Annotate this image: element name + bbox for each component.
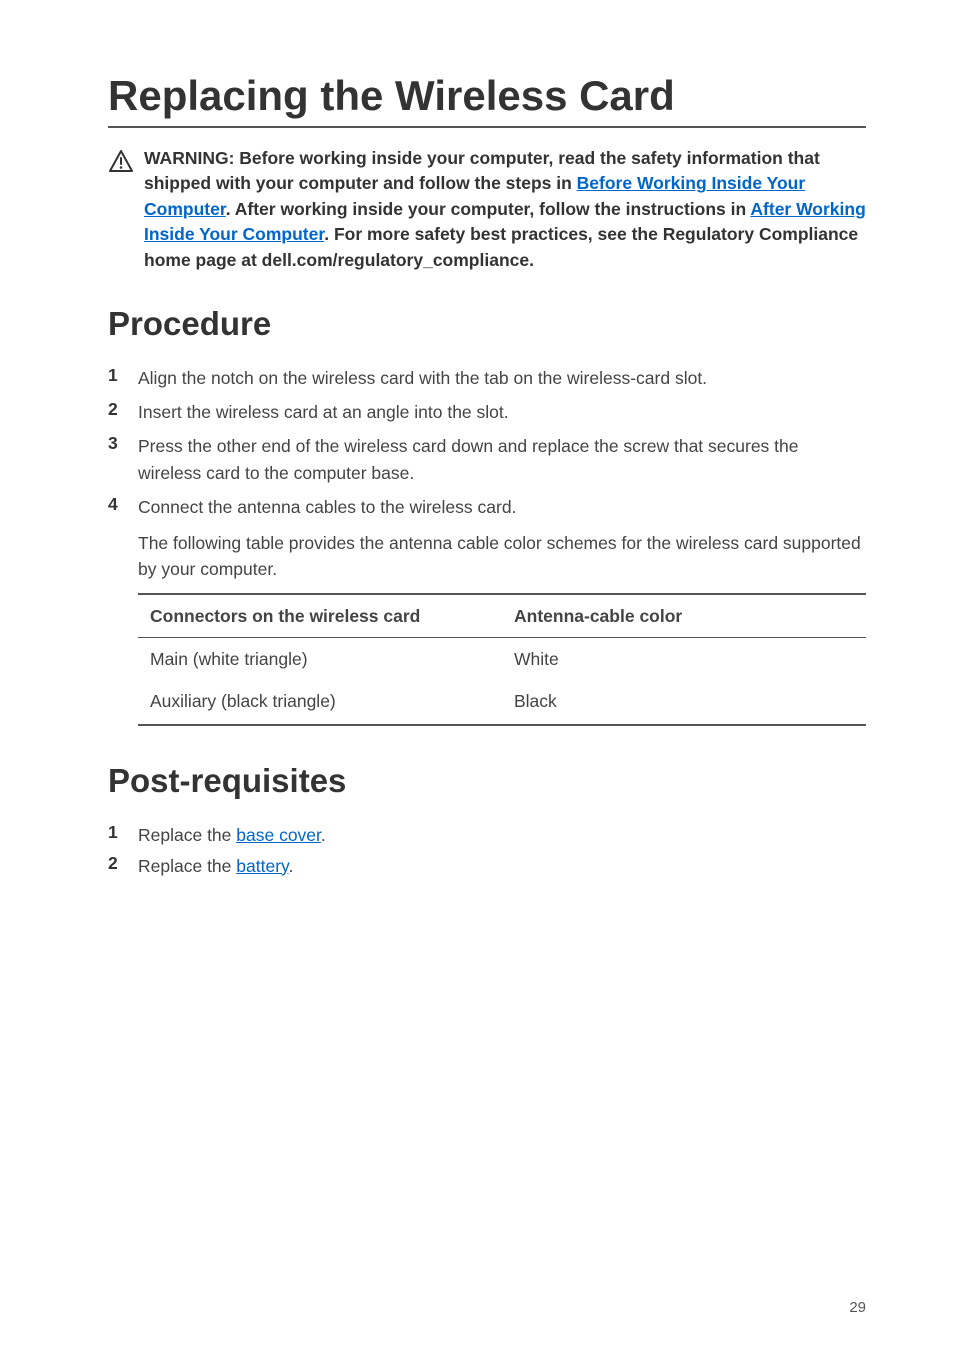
- page-content: Replacing the Wireless Card WARNING: Bef…: [0, 0, 954, 879]
- step-4-sub: The following table provides the antenna…: [138, 530, 866, 583]
- procedure-list: Align the notch on the wireless card wit…: [108, 365, 866, 731]
- post-step-1: Replace the base cover.: [108, 822, 866, 848]
- step-3-text: Press the other end of the wireless card…: [138, 433, 866, 486]
- link-base-cover[interactable]: base cover: [236, 825, 321, 845]
- link-battery[interactable]: battery: [236, 856, 288, 876]
- cell-color-1: White: [502, 637, 866, 680]
- step-1-text: Align the notch on the wireless card wit…: [138, 365, 707, 391]
- step-3: Press the other end of the wireless card…: [108, 433, 866, 486]
- step-1: Align the notch on the wireless card wit…: [108, 365, 866, 391]
- procedure-heading: Procedure: [108, 305, 866, 343]
- page-title: Replacing the Wireless Card: [108, 72, 866, 128]
- page-number: 29: [849, 1299, 866, 1316]
- header-color: Antenna-cable color: [502, 594, 866, 638]
- cell-connector-2: Auxiliary (black triangle): [138, 680, 502, 725]
- warning-mid1: . After working inside your computer, fo…: [226, 199, 751, 219]
- post-step-1-body: Replace the base cover.: [138, 822, 326, 848]
- post-requisites-list: Replace the base cover. Replace the batt…: [108, 822, 866, 879]
- step-4-body: Connect the antenna cables to the wirele…: [138, 494, 866, 731]
- post-step-2: Replace the battery.: [108, 853, 866, 879]
- cell-connector-1: Main (white triangle): [138, 637, 502, 680]
- post-step-2-body: Replace the battery.: [138, 853, 293, 879]
- post-2-prefix: Replace the: [138, 856, 236, 876]
- warning-icon: [108, 149, 134, 178]
- cell-color-2: Black: [502, 680, 866, 725]
- table-row: Auxiliary (black triangle) Black: [138, 680, 866, 725]
- step-2: Insert the wireless card at an angle int…: [108, 399, 866, 425]
- table-header-row: Connectors on the wireless card Antenna-…: [138, 594, 866, 638]
- post-2-suffix: .: [288, 856, 293, 876]
- step-4-main: Connect the antenna cables to the wirele…: [138, 494, 866, 520]
- warning-block: WARNING: Before working inside your comp…: [108, 146, 866, 273]
- post-1-suffix: .: [321, 825, 326, 845]
- warning-text: WARNING: Before working inside your comp…: [144, 146, 866, 273]
- post-requisites-heading: Post-requisites: [108, 762, 866, 800]
- header-connector: Connectors on the wireless card: [138, 594, 502, 638]
- table-row: Main (white triangle) White: [138, 637, 866, 680]
- step-4: Connect the antenna cables to the wirele…: [108, 494, 866, 731]
- antenna-cable-table: Connectors on the wireless card Antenna-…: [138, 593, 866, 727]
- post-1-prefix: Replace the: [138, 825, 236, 845]
- step-2-text: Insert the wireless card at an angle int…: [138, 399, 509, 425]
